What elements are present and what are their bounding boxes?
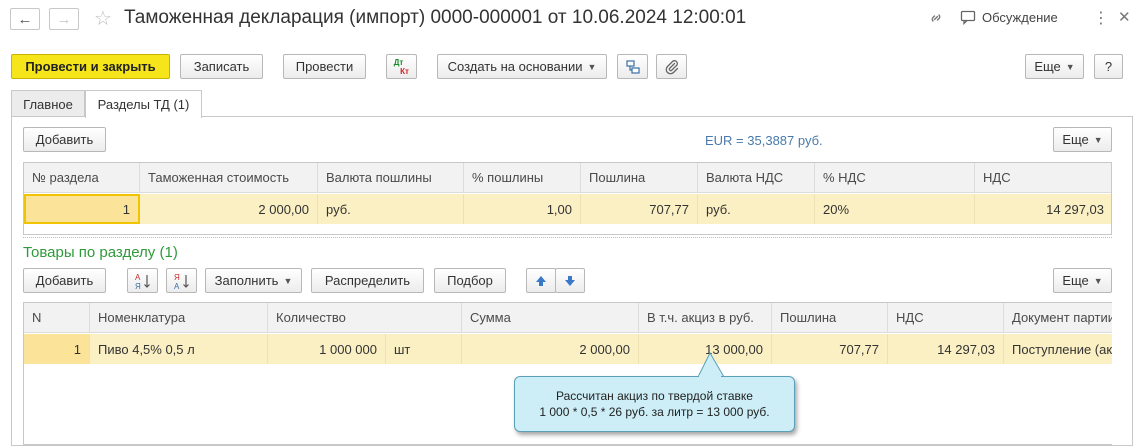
fill-label: Заполнить [214, 273, 279, 288]
sort-asc-button[interactable]: АЯ [127, 268, 158, 293]
goods-more-label: Еще [1062, 273, 1089, 288]
select-button[interactable]: Подбор [434, 268, 506, 293]
column-header[interactable]: Сумма [462, 303, 639, 333]
more-menu-icon[interactable]: ⋮ [1093, 8, 1109, 28]
divider [23, 237, 1112, 238]
link-button[interactable] [928, 10, 944, 26]
link-icon [931, 14, 941, 22]
cell-customs-value[interactable]: 2 000,00 [140, 194, 318, 224]
callout-line-1: Рассчитан акциз по твердой ставке [556, 389, 753, 403]
sort-ascending-icon: АЯ [135, 273, 150, 290]
caret-down-icon: ▼ [1093, 275, 1103, 286]
column-header[interactable]: Пошлина [581, 163, 698, 193]
tab-sections[interactable]: Разделы ТД (1) [85, 90, 202, 118]
structure-icon [625, 59, 640, 74]
cell-nomenclature[interactable]: Пиво 4,5% 0,5 л [90, 334, 268, 364]
caret-down-icon: ▼ [1065, 61, 1075, 72]
structure-button[interactable] [617, 54, 648, 79]
goods-more-button[interactable]: Еще ▼ [1053, 268, 1112, 293]
tab-main[interactable]: Главное [11, 90, 85, 117]
exchange-rate: EUR = 35,3887 руб. [705, 133, 823, 148]
column-header[interactable]: Номенклатура [90, 303, 268, 333]
arrow-down-icon [565, 275, 575, 286]
window-title: Таможенная декларация (импорт) 0000-0000… [124, 7, 747, 28]
cell-duty[interactable]: 707,77 [581, 194, 698, 224]
caret-down-icon: ▼ [587, 61, 597, 72]
move-up-button[interactable] [526, 268, 556, 293]
close-icon[interactable]: ✕ [1118, 8, 1131, 26]
arrow-left-icon: ← [17, 10, 33, 28]
cell-vat-percent[interactable]: 20% [815, 194, 975, 224]
cell-vat[interactable]: 14 297,03 [975, 194, 1111, 224]
cell-vat-currency[interactable]: руб. [698, 194, 815, 224]
add-goods-button[interactable]: Добавить [23, 268, 106, 293]
cell-section-number[interactable]: 1 [24, 194, 140, 224]
callout-line-2: 1 000 * 0,5 * 26 руб. за литр = 13 000 р… [539, 405, 770, 419]
column-header[interactable]: № раздела [24, 163, 140, 193]
svg-text:А: А [174, 282, 180, 290]
kt-icon: Кт [400, 66, 409, 76]
forward-button[interactable]: → [49, 8, 79, 30]
goods-section-title: Товары по разделу (1) [23, 244, 178, 261]
save-button[interactable]: Записать [180, 54, 263, 79]
more-label: Еще [1034, 59, 1061, 74]
discussion-button[interactable]: Обсуждение [960, 10, 1058, 25]
svg-text:Я: Я [135, 282, 141, 290]
create-based-on-label: Создать на основании [447, 59, 583, 74]
cell-n[interactable]: 1 [24, 334, 90, 364]
attach-button[interactable] [656, 54, 687, 79]
sort-descending-icon: ЯА [174, 273, 189, 290]
cell-duty-percent[interactable]: 1,00 [464, 194, 581, 224]
column-header[interactable]: В т.ч. акциз в руб. [639, 303, 772, 333]
distribute-button[interactable]: Распределить [311, 268, 424, 293]
column-header[interactable]: Документ партии [1004, 303, 1112, 333]
favorite-star-icon[interactable]: ☆ [94, 6, 112, 31]
column-header[interactable]: N [24, 303, 90, 333]
callout-pointer-join [699, 375, 721, 378]
cell-sum[interactable]: 2 000,00 [462, 334, 639, 364]
excise-callout: Рассчитан акциз по твердой ставке 1 000 … [514, 376, 795, 432]
sections-more-button[interactable]: Еще ▼ [1053, 127, 1112, 152]
column-header[interactable]: Пошлина [772, 303, 888, 333]
cell-unit[interactable]: шт [386, 334, 462, 364]
sort-desc-button[interactable]: ЯА [166, 268, 197, 293]
column-header[interactable]: Валюта пошлины [318, 163, 464, 193]
sections-table: № раздела Таможенная стоимость Валюта по… [23, 162, 1112, 235]
column-header[interactable]: Таможенная стоимость [140, 163, 318, 193]
column-header[interactable]: НДС [975, 163, 1111, 193]
cell-duty[interactable]: 707,77 [772, 334, 888, 364]
cell-batch-document[interactable]: Поступление (ак [1004, 334, 1112, 364]
back-button[interactable]: ← [10, 8, 40, 30]
column-header[interactable]: Количество [268, 303, 462, 333]
dt-kt-button[interactable]: Дт Кт [386, 54, 417, 79]
chat-icon [960, 10, 976, 25]
cell-duty-currency[interactable]: руб. [318, 194, 464, 224]
more-button[interactable]: Еще ▼ [1025, 54, 1084, 79]
add-section-button[interactable]: Добавить [23, 127, 106, 152]
help-button[interactable]: ? [1094, 54, 1123, 79]
column-header[interactable]: % пошлины [464, 163, 581, 193]
svg-text:Я: Я [174, 273, 180, 282]
column-header[interactable]: % НДС [815, 163, 975, 193]
discussion-label: Обсуждение [982, 10, 1058, 25]
svg-text:А: А [135, 273, 141, 282]
move-down-button[interactable] [555, 268, 585, 293]
caret-down-icon: ▼ [1093, 134, 1103, 145]
column-header[interactable]: НДС [888, 303, 1004, 333]
post-and-close-button[interactable]: Провести и закрыть [11, 54, 170, 79]
arrow-right-icon: → [56, 10, 72, 28]
caret-down-icon: ▼ [283, 275, 293, 286]
sections-more-label: Еще [1062, 132, 1089, 147]
cell-quantity[interactable]: 1 000 000 [268, 334, 386, 364]
fill-button[interactable]: Заполнить ▼ [205, 268, 302, 293]
cell-vat[interactable]: 14 297,03 [888, 334, 1004, 364]
create-based-on-button[interactable]: Создать на основании ▼ [437, 54, 607, 79]
column-header[interactable]: Валюта НДС [698, 163, 815, 193]
post-button[interactable]: Провести [283, 54, 366, 79]
arrow-up-icon [536, 275, 546, 286]
paperclip-icon [665, 59, 678, 74]
dt-icon: Дт [393, 57, 404, 67]
